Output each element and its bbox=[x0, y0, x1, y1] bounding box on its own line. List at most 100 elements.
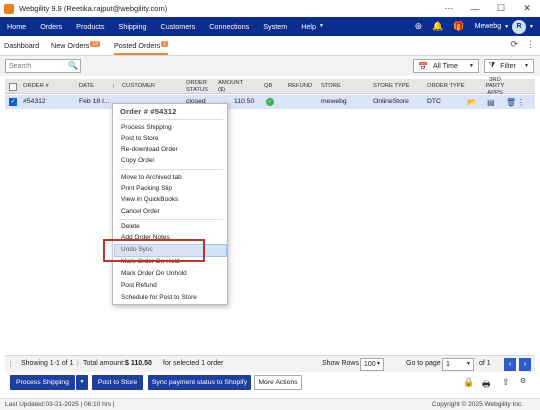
menu-item-mark-on-unhold[interactable]: Mark Order On Unhold bbox=[121, 270, 187, 277]
order-number[interactable]: #54312 bbox=[23, 95, 46, 109]
tab-new-orders[interactable]: New Orders 13 bbox=[51, 41, 100, 50]
select-all-checkbox[interactable] bbox=[9, 82, 17, 91]
search-icon[interactable]: 🔍 bbox=[68, 61, 78, 70]
window-title: Webgility 9.9 (Reetika.rajput@webgility.… bbox=[19, 4, 168, 13]
chevron-down-icon: ▼ bbox=[504, 23, 510, 30]
title-bar: Webgility 9.9 (Reetika.rajput@webgility.… bbox=[0, 0, 540, 17]
menu-item-process-shipping[interactable]: Process Shipping bbox=[121, 124, 172, 131]
settings-icon[interactable]: ⚙ bbox=[520, 377, 526, 385]
nav-help[interactable]: Help ▼ bbox=[294, 17, 331, 36]
order-amount: 110.50 bbox=[234, 98, 255, 105]
tab-dashboard[interactable]: Dashboard bbox=[4, 41, 39, 50]
col-order[interactable]: ORDER # bbox=[23, 79, 63, 94]
print-icon[interactable]: 🖶 bbox=[482, 377, 491, 393]
nav-label: Customers bbox=[160, 22, 196, 31]
col-customer[interactable]: CUSTOMER bbox=[122, 79, 162, 94]
order-customer: I... bbox=[102, 98, 110, 105]
drag-handle-icon[interactable]: ⋮ bbox=[7, 360, 14, 368]
nav-orders[interactable]: Orders bbox=[33, 17, 69, 36]
more-options-icon[interactable]: ⋮ bbox=[526, 39, 535, 50]
lock-icon[interactable]: 🔒 bbox=[463, 377, 474, 388]
notification-bell-icon[interactable]: 🔔 bbox=[432, 21, 443, 32]
nav-label: Home bbox=[7, 22, 27, 31]
user-selector[interactable]: Mewebg ▼ R ▼ bbox=[475, 19, 534, 34]
last-updated: Last Updated:03-21-2025 | 06:10 hrs | bbox=[5, 401, 115, 408]
col-qb[interactable]: QB bbox=[264, 79, 276, 94]
show-rows-value: 100 bbox=[364, 361, 376, 368]
col-store-type[interactable]: STORE TYPE bbox=[373, 79, 418, 94]
chevron-down-icon: ▼ bbox=[319, 23, 324, 29]
col-date[interactable]: DATE bbox=[79, 79, 99, 94]
refresh-icon[interactable]: ⟳ bbox=[510, 39, 518, 50]
showing-count: Showing 1-1 of 1 bbox=[21, 360, 74, 367]
menu-item-delete[interactable]: Delete bbox=[121, 223, 140, 230]
sync-payment-button[interactable]: Sync payment status to Shopify bbox=[148, 375, 251, 390]
page-select[interactable]: 1 ▼ bbox=[442, 358, 474, 371]
tab-label: Dashboard bbox=[4, 41, 40, 50]
menu-item-move-to-archived[interactable]: Move to Archived tab bbox=[121, 174, 182, 181]
archive-icon[interactable]: ▤ bbox=[487, 98, 495, 107]
window-controls: ⋯ — ☐ ✕ bbox=[436, 0, 540, 17]
menu-item-print-packing-slip[interactable]: Print Packing Slip bbox=[121, 185, 172, 192]
col-3rd-party-apps[interactable]: 3RD PARTY APPS bbox=[480, 77, 510, 96]
avatar[interactable]: R bbox=[512, 19, 527, 34]
more-options-icon[interactable]: ⋯ bbox=[436, 0, 462, 17]
col-amount[interactable]: AMOUNT ($) bbox=[218, 79, 248, 94]
col-order-type[interactable]: ORDER TYPE bbox=[427, 79, 472, 94]
filter-icon: ⧩ bbox=[489, 62, 496, 69]
nav-system[interactable]: System bbox=[256, 17, 294, 36]
prev-page-button[interactable]: ‹ bbox=[504, 358, 516, 371]
nav-connections[interactable]: Connections bbox=[202, 17, 256, 36]
calendar-icon: 📅 bbox=[418, 61, 428, 71]
more-actions-button[interactable]: More Actions bbox=[254, 375, 302, 390]
process-shipping-button[interactable]: Process Shipping bbox=[10, 375, 75, 390]
close-button[interactable]: ✕ bbox=[514, 0, 540, 17]
menu-item-post-to-store[interactable]: Post to Store bbox=[121, 135, 159, 142]
trash-icon[interactable]: 🗑 bbox=[506, 98, 516, 107]
next-page-button[interactable]: › bbox=[519, 358, 531, 371]
footer: Last Updated:03-21-2025 | 06:10 hrs | Co… bbox=[0, 398, 540, 410]
menu-item-view-in-quickbooks[interactable]: View in QuickBooks bbox=[121, 196, 178, 203]
minimize-button[interactable]: — bbox=[462, 0, 488, 17]
row-checkbox[interactable]: ✓ bbox=[9, 98, 17, 106]
menu-item-schedule-post[interactable]: Schedule for Post to Store bbox=[121, 294, 197, 301]
show-rows-select[interactable]: 100 ▼ bbox=[360, 358, 384, 371]
tab-posted-orders[interactable]: Posted Orders 1 bbox=[114, 41, 169, 55]
status-bar: ⋮ Showing 1-1 of 1 | Total amount: $ 110… bbox=[5, 355, 535, 372]
dollar-icon[interactable]: ⊛ bbox=[415, 21, 423, 32]
menu-item-cancel-order[interactable]: Cancel Order bbox=[121, 208, 160, 215]
table-header: ORDER # DATE ↓ CUSTOMER ORDER STATUS AMO… bbox=[5, 77, 535, 96]
col-store[interactable]: STORE bbox=[321, 79, 351, 94]
qb-synced-icon[interactable]: ✓ bbox=[266, 98, 274, 106]
maximize-button[interactable]: ☐ bbox=[488, 0, 514, 17]
filter-button[interactable]: ⧩ Filter ▼ bbox=[484, 59, 534, 73]
nav-customers[interactable]: Customers bbox=[154, 17, 203, 36]
export-icon[interactable]: ⇪ bbox=[502, 377, 510, 388]
col-order-status[interactable]: ORDER STATUS bbox=[186, 79, 212, 94]
process-shipping-dropdown[interactable]: ▼ bbox=[76, 375, 88, 390]
filter-label: Filter bbox=[500, 62, 516, 70]
menu-divider bbox=[119, 169, 223, 170]
nav-home[interactable]: Home bbox=[0, 17, 33, 36]
post-to-store-button[interactable]: Post to Store bbox=[92, 375, 143, 390]
nav-label: Orders bbox=[40, 22, 63, 31]
divider: | bbox=[77, 360, 79, 367]
order-context-menu: Order # #54312 Process Shipping Post to … bbox=[112, 103, 228, 305]
table-row[interactable]: ✓ #54312 Feb 18 I... closed 110.50 ✓ mew… bbox=[5, 95, 535, 109]
gift-icon[interactable]: 🎁 bbox=[453, 21, 464, 32]
nav-label: Shipping bbox=[118, 22, 147, 31]
tab-label: New Orders bbox=[51, 41, 90, 50]
more-options-icon[interactable]: ⋮ bbox=[517, 98, 525, 107]
menu-divider bbox=[119, 119, 223, 120]
search-input[interactable] bbox=[9, 60, 69, 72]
nav-shipping[interactable]: Shipping bbox=[112, 17, 154, 36]
menu-item-re-download-order[interactable]: Re-download Order bbox=[121, 146, 178, 153]
order-date: Feb 18 bbox=[79, 98, 101, 105]
folder-icon[interactable]: 📂 bbox=[467, 98, 477, 107]
nav-products[interactable]: Products bbox=[69, 17, 111, 36]
col-refund[interactable]: REFUND bbox=[288, 79, 318, 94]
time-range-select[interactable]: 📅 All Time ▼ bbox=[413, 59, 479, 73]
page-value: 1 bbox=[446, 361, 450, 368]
menu-item-copy-order[interactable]: Copy Order bbox=[121, 157, 155, 164]
menu-item-post-refund[interactable]: Post Refund bbox=[121, 282, 157, 289]
